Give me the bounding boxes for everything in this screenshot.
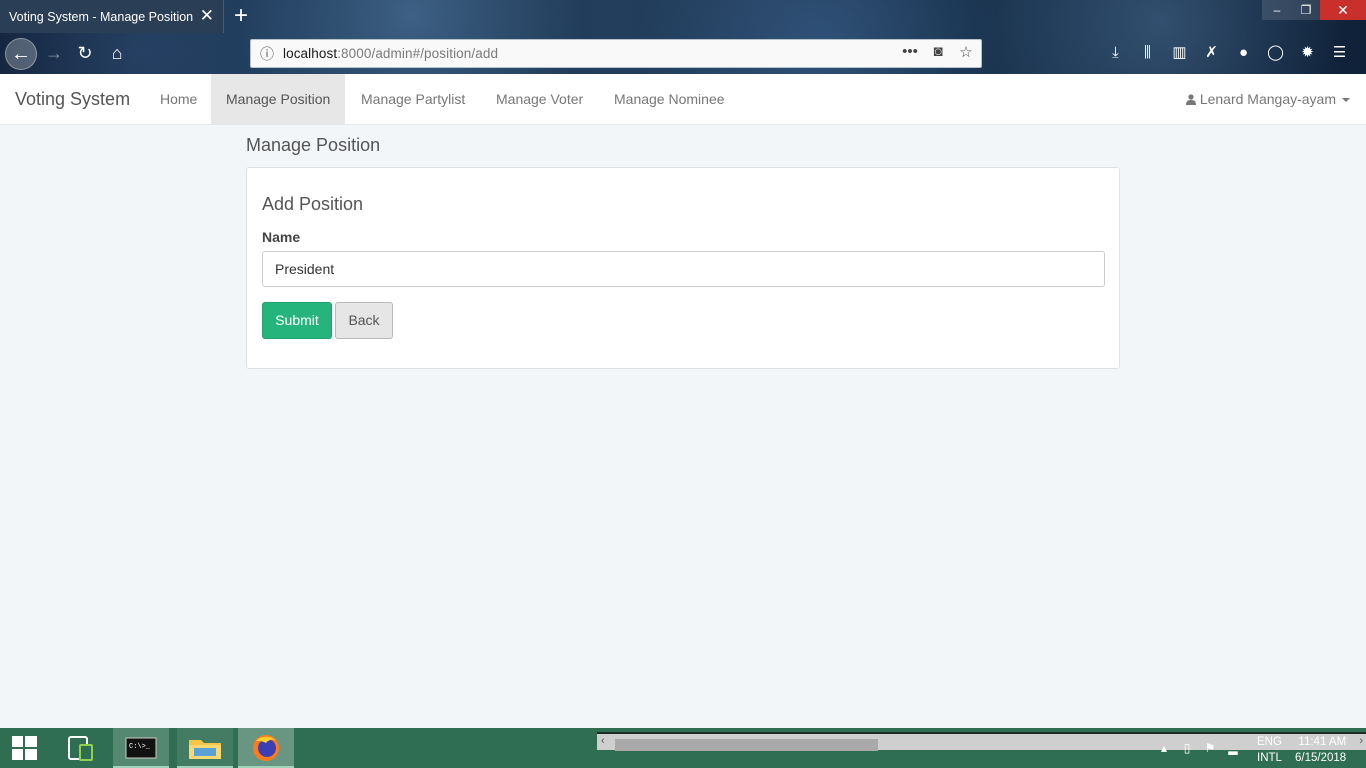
extension-orange-icon[interactable]: ✹ [1296,42,1319,64]
caret-down-icon [1342,98,1350,103]
close-tab-icon[interactable]: ✕ [200,7,214,25]
horizontal-scrollbar[interactable]: ‹ › [597,732,1366,751]
user-icon [1185,94,1196,105]
browser-tab[interactable]: Voting System - Manage Position ✕ [0,0,224,33]
back-button[interactable]: Back [335,302,393,339]
nav-manage-partylist[interactable]: Manage Partylist [346,74,480,124]
add-position-panel: Add Position Name Submit Back [246,167,1120,369]
taskbar-cmd[interactable]: C:\>_ [113,728,169,768]
command-prompt-icon: C:\>_ [125,737,157,759]
page-actions-icon[interactable]: ••• [901,43,919,61]
taskbar-scroll-area: ‹ › [597,728,1366,768]
scroll-left-icon[interactable]: ‹ [601,735,605,747]
clock-time: 11:41 AM [1298,736,1347,748]
scroll-thumb[interactable] [615,739,878,751]
downloads-icon[interactable]: ⤓ [1104,42,1127,64]
pocket-icon[interactable]: ◙ [929,43,947,61]
panel-title: Add Position [262,194,364,214]
library-icon[interactable]: ⫼ [1136,42,1159,64]
sidebar-icon[interactable]: ▥ [1168,42,1191,64]
new-tab-icon[interactable]: + [230,3,252,29]
url-text[interactable]: localhost:8000/admin#/position/add [283,46,498,61]
extension-x-icon[interactable]: ✗ [1200,42,1223,64]
nav-manage-nominee[interactable]: Manage Nominee [599,74,740,124]
url-path: :8000/admin#/position/add [337,46,499,61]
reload-icon[interactable]: ↻ [72,40,98,66]
task-view-button[interactable] [56,728,112,768]
back-arrow-icon[interactable]: ← [5,38,37,70]
tab-title: Voting System - Manage Position [9,9,194,24]
window-minimize-button[interactable]: – [1262,0,1292,20]
language-indicator[interactable]: ENG INTL [1257,734,1282,766]
extension-ring-icon[interactable]: ◯ [1264,42,1287,64]
nav-manage-voter[interactable]: Manage Voter [481,74,598,124]
submit-button[interactable]: Submit [262,302,332,339]
network-signal-icon[interactable]: ▂ [1225,740,1241,756]
user-name: Lenard Mangay-ayam [1199,91,1336,107]
svg-text:C:\>_: C:\>_ [129,743,151,751]
taskbar: C:\>_ ‹ › ▴ ▯ ⚑ ▂ ENG INTL 11:41 AM 6/15… [0,728,1366,768]
clock-date: 6/15/2018 [1295,752,1347,764]
task-view-icon [68,736,93,761]
start-button[interactable] [0,728,50,768]
window-close-button[interactable]: ✕ [1320,0,1366,20]
taskbar-file-explorer[interactable] [177,728,233,768]
hamburger-menu-icon[interactable]: ☰ [1328,42,1351,64]
browser-chrome: Voting System - Manage Position ✕ + – ❐ … [0,0,1366,74]
lang-code: ENG [1257,736,1282,748]
windows-logo-icon [12,736,37,760]
firefox-icon [253,735,279,761]
forward-arrow-icon[interactable]: → [41,40,67,66]
url-bar[interactable]: ⓘ localhost:8000/admin#/position/add •••… [250,39,982,68]
home-icon[interactable]: ⌂ [104,40,130,66]
folder-icon [189,740,221,759]
nav-home[interactable]: Home [145,74,212,124]
taskbar-firefox[interactable] [238,728,294,768]
bookmark-star-icon[interactable]: ☆ [957,43,975,61]
show-hidden-icons-icon[interactable]: ▴ [1156,740,1172,756]
window-restore-button[interactable]: ❐ [1292,0,1320,20]
action-center-flag-icon[interactable]: ⚑ [1202,740,1218,756]
user-dropdown[interactable]: Lenard Mangay-ayam [1185,74,1350,124]
page-title: Manage Position [246,135,381,155]
name-label: Name [262,229,301,245]
site-info-icon[interactable]: ⓘ [251,44,283,64]
lang-layout: INTL [1257,752,1282,764]
brand-link[interactable]: Voting System [15,89,130,110]
nav-manage-position[interactable]: Manage Position [211,74,346,124]
clock[interactable]: 11:41 AM 6/15/2018 [1295,734,1346,766]
scroll-right-icon[interactable]: › [1359,735,1363,747]
device-icon[interactable]: ▯ [1179,740,1195,756]
url-host: localhost [283,46,338,61]
name-input[interactable] [262,251,1105,287]
app-navbar: Voting System Home Manage Position Manag… [0,74,1366,125]
extension-green-icon[interactable]: ● [1232,42,1255,64]
